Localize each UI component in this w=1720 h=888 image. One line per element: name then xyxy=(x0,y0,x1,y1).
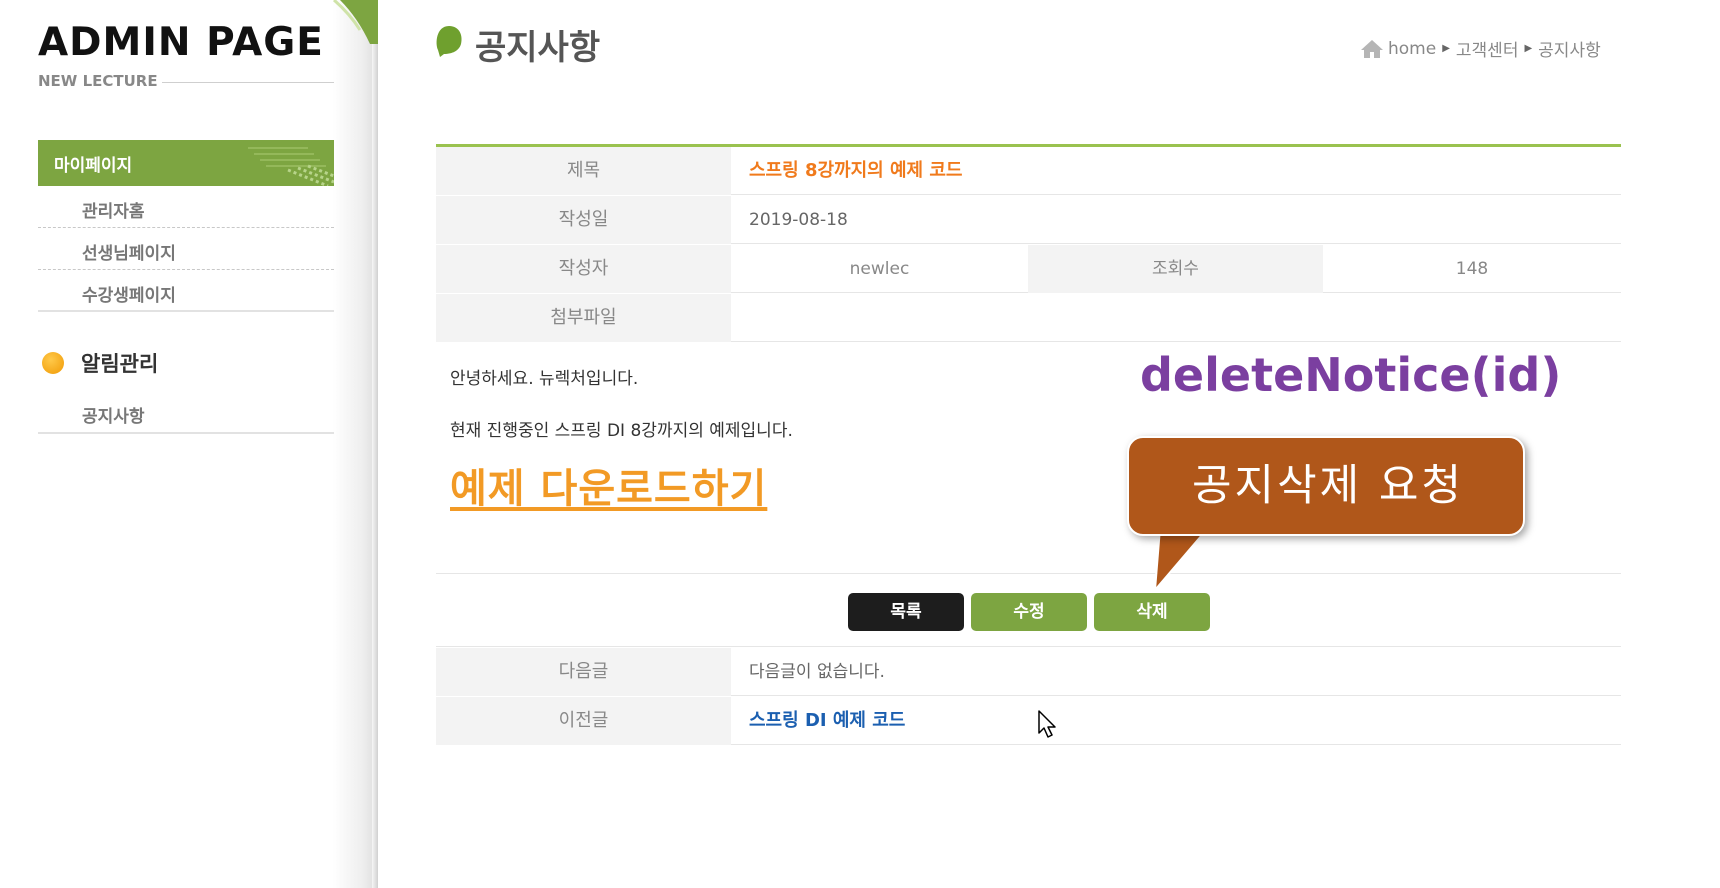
row-writer: 작성자 newlec 조회수 148 xyxy=(436,245,1621,293)
breadcrumb-notice[interactable]: 공지사항 xyxy=(1538,36,1601,61)
leaf-bullet-icon xyxy=(436,26,462,57)
callout-bubble: 공지삭제 요청 xyxy=(1127,436,1525,536)
sidebar-item-student-page[interactable]: 수강생페이지 xyxy=(38,270,334,312)
edit-button[interactable]: 수정 xyxy=(971,593,1087,631)
site-subtitle-wrap: NEW LECTURE xyxy=(38,72,334,92)
sidebar-item-teacher-page[interactable]: 선생님페이지 xyxy=(38,228,334,270)
breadcrumb-home[interactable]: home xyxy=(1388,39,1436,59)
row-title: 제목 스프링 8강까지의 예제 코드 xyxy=(436,147,1621,195)
date-value: 2019-08-18 xyxy=(749,210,848,230)
breadcrumb-separator-icon: ▶ xyxy=(1442,43,1450,54)
sidebar-item-label: 관리자홈 xyxy=(82,202,145,222)
orange-bullet-icon xyxy=(42,352,64,374)
next-value: 다음글이 없습니다. xyxy=(749,662,885,682)
writer-label: 작성자 xyxy=(436,245,731,293)
row-date: 작성일 2019-08-18 xyxy=(436,196,1621,244)
prev-post-link[interactable]: 스프링 DI 예제 코드 xyxy=(749,697,905,745)
menu-header-mypage[interactable]: 마이페이지 xyxy=(38,140,334,186)
download-link[interactable]: 예제 다운로드하기 xyxy=(450,456,767,514)
title-label: 제목 xyxy=(436,147,731,195)
delete-button[interactable]: 삭제 xyxy=(1094,593,1210,631)
content-text: 안녕하세요. 뉴렉처입니다. xyxy=(450,369,639,389)
breadcrumb-separator-icon: ▶ xyxy=(1524,43,1533,54)
mouse-cursor-icon xyxy=(1038,710,1056,738)
sidebar-item-label: 수강생페이지 xyxy=(82,286,176,306)
row-next-post: 다음글 다음글이 없습니다. xyxy=(436,648,1621,696)
prev-label: 이전글 xyxy=(436,697,731,745)
sidebar-item-notice[interactable]: 공지사항 xyxy=(38,392,334,434)
button-bar: 목록 수정 삭제 xyxy=(436,575,1621,647)
attachment-label: 첨부파일 xyxy=(436,294,731,342)
content-text: 현재 진행중인 스프링 DI 8강까지의 예제입니다. xyxy=(450,421,793,441)
sidebar-item-label: 공지사항 xyxy=(82,407,145,427)
hit-value: 148 xyxy=(1455,259,1489,279)
stripe-decoration-icon xyxy=(248,147,334,186)
next-label: 다음글 xyxy=(436,648,731,696)
sidebar-edge xyxy=(372,0,378,888)
row-attachment: 첨부파일 xyxy=(436,294,1621,342)
title-value: 스프링 8강까지의 예제 코드 xyxy=(749,160,963,181)
sidebar-item-label: 선생님페이지 xyxy=(82,244,176,264)
breadcrumb-customer-center[interactable]: 고객센터 xyxy=(1456,36,1519,61)
sidebar-item-admin-home[interactable]: 관리자홈 xyxy=(38,186,334,228)
breadcrumb: home ▶ 고객센터 ▶ 공지사항 xyxy=(1360,36,1601,61)
home-icon xyxy=(1361,39,1383,58)
site-title: ADMIN PAGE xyxy=(38,20,324,65)
page-title: 공지사항 xyxy=(475,28,601,68)
list-button[interactable]: 목록 xyxy=(848,593,964,631)
menu-header-label: 마이페이지 xyxy=(54,156,133,176)
sidebar: ADMIN PAGE NEW LECTURE 마이페이지 관리자홈 선생님페이지… xyxy=(0,0,378,888)
writer-value: newlec xyxy=(849,259,910,279)
leaf-decoration-icon xyxy=(333,0,378,44)
callout-text: 공지삭제 요청 xyxy=(1191,461,1465,511)
row-prev-post: 이전글 스프링 DI 예제 코드 xyxy=(436,697,1621,745)
section-title-notifications: 알림관리 xyxy=(81,352,159,376)
annotation-function-text: deleteNotice(id) xyxy=(1140,348,1562,402)
date-label: 작성일 xyxy=(436,196,731,244)
hit-label: 조회수 xyxy=(1028,245,1323,293)
site-subtitle: NEW LECTURE xyxy=(38,72,162,90)
